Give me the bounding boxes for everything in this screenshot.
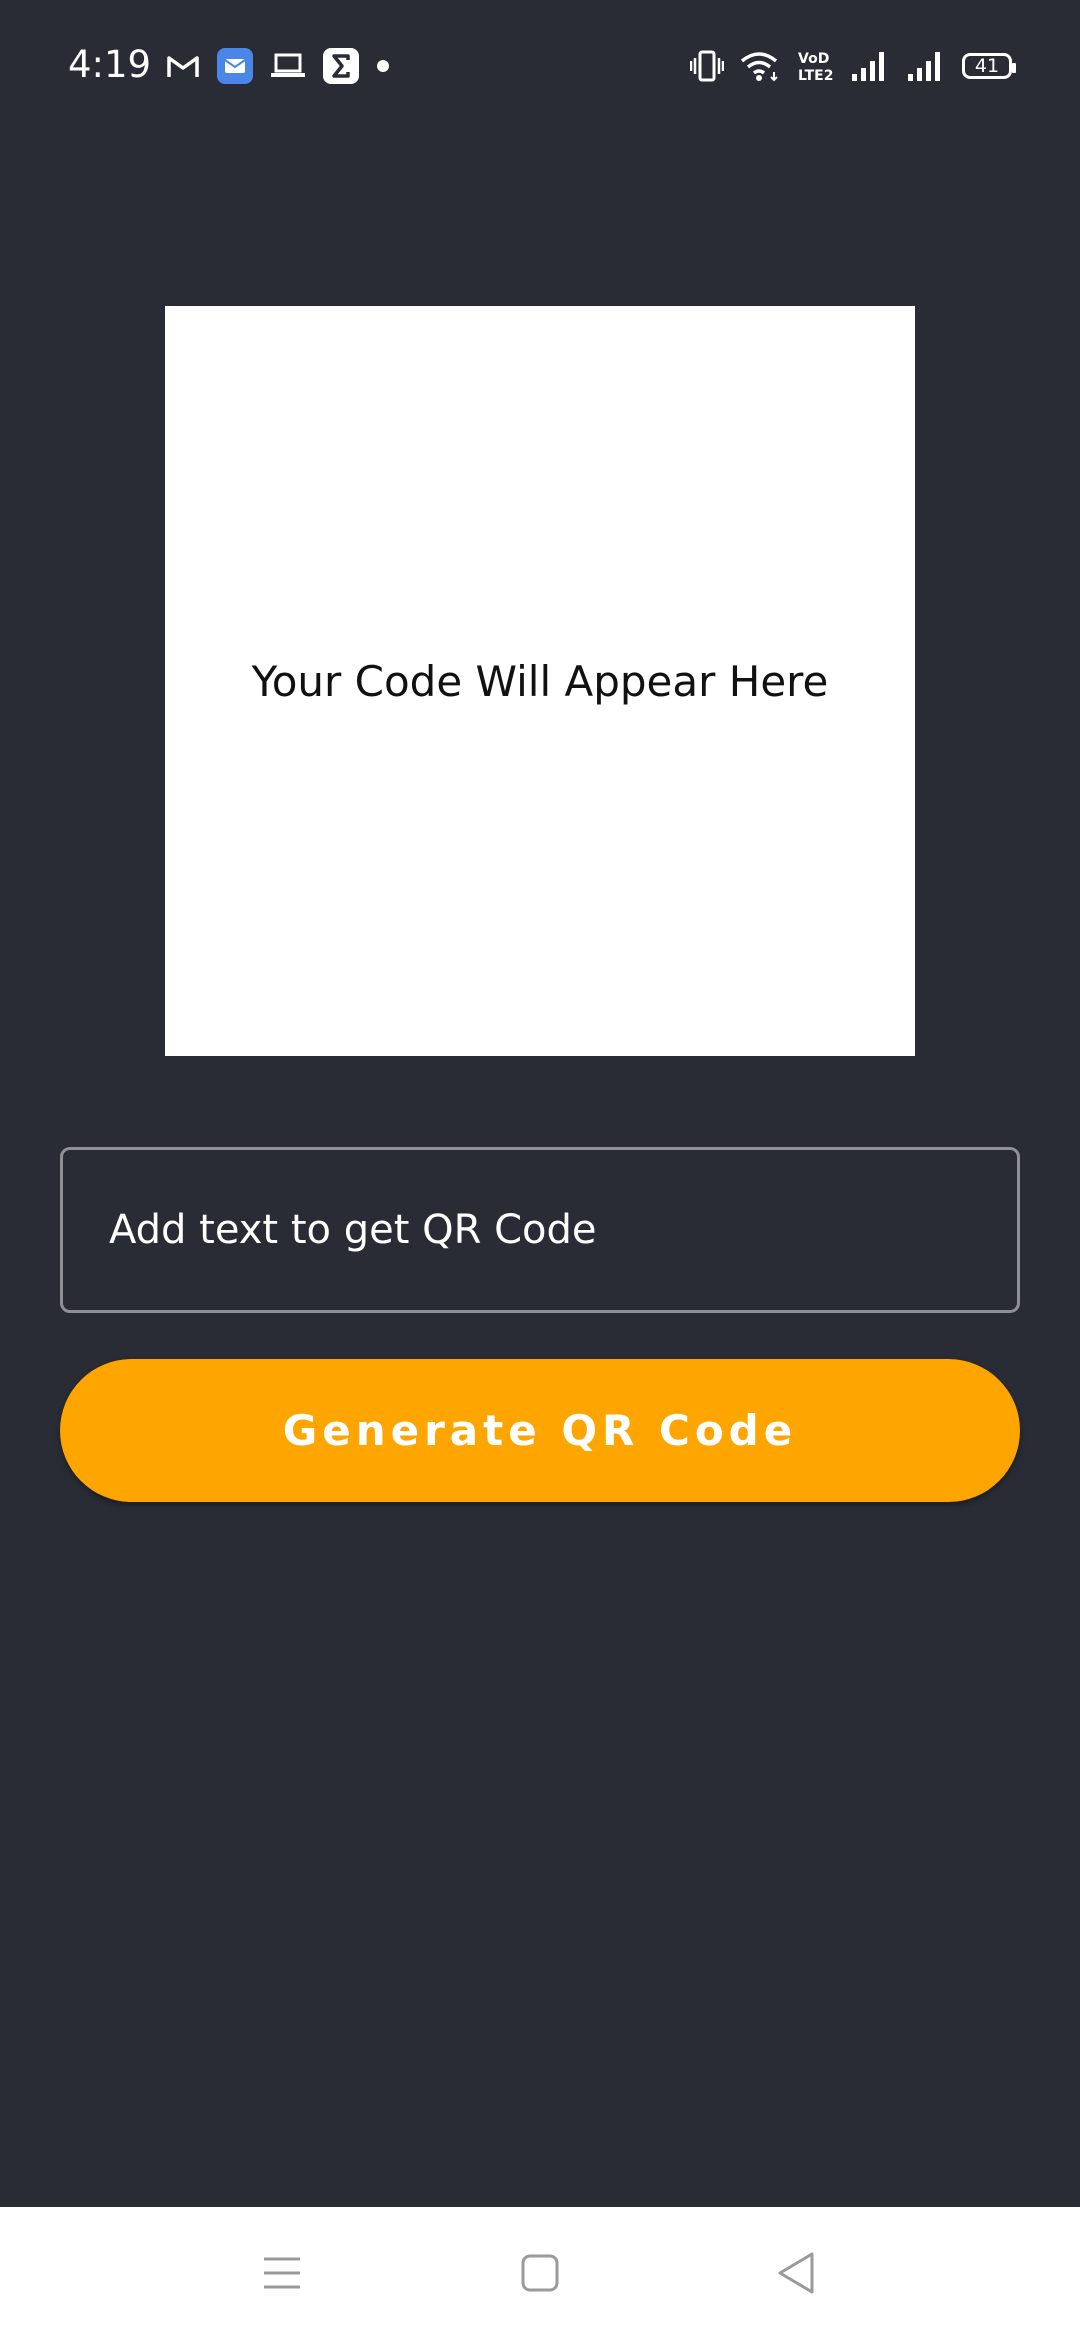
svg-text:LTE2: LTE2 [798,68,833,83]
menu-icon[interactable] [252,2243,312,2303]
home-icon[interactable] [510,2243,570,2303]
signal-1-icon [850,50,890,82]
qr-text-input[interactable] [60,1147,1020,1313]
vibrate-icon [690,50,724,82]
navigation-bar [0,2207,1080,2340]
generate-qr-button[interactable]: Generate QR Code [60,1359,1020,1502]
back-icon[interactable] [766,2243,826,2303]
status-left-icons [166,44,390,88]
svg-text:VoD: VoD [798,51,829,67]
gmail-icon [166,53,200,79]
volte-icon: VoD LTE2 [796,49,834,83]
status-time: 4:19 [68,43,152,86]
laptop-icon [270,51,306,81]
messages-icon [216,47,254,85]
battery-icon: 41 [962,53,1016,79]
signal-2-icon [906,50,946,82]
status-bar: 4:19 VoD LTE2 41 [0,0,1080,130]
status-right-icons: VoD LTE2 41 [690,44,1016,88]
wifi-icon [740,50,780,82]
qr-code-display: Your Code Will Appear Here [165,306,915,1056]
notification-dot-icon [376,59,390,73]
sigma-app-icon [322,47,360,85]
qr-placeholder-text: Your Code Will Appear Here [251,656,829,706]
